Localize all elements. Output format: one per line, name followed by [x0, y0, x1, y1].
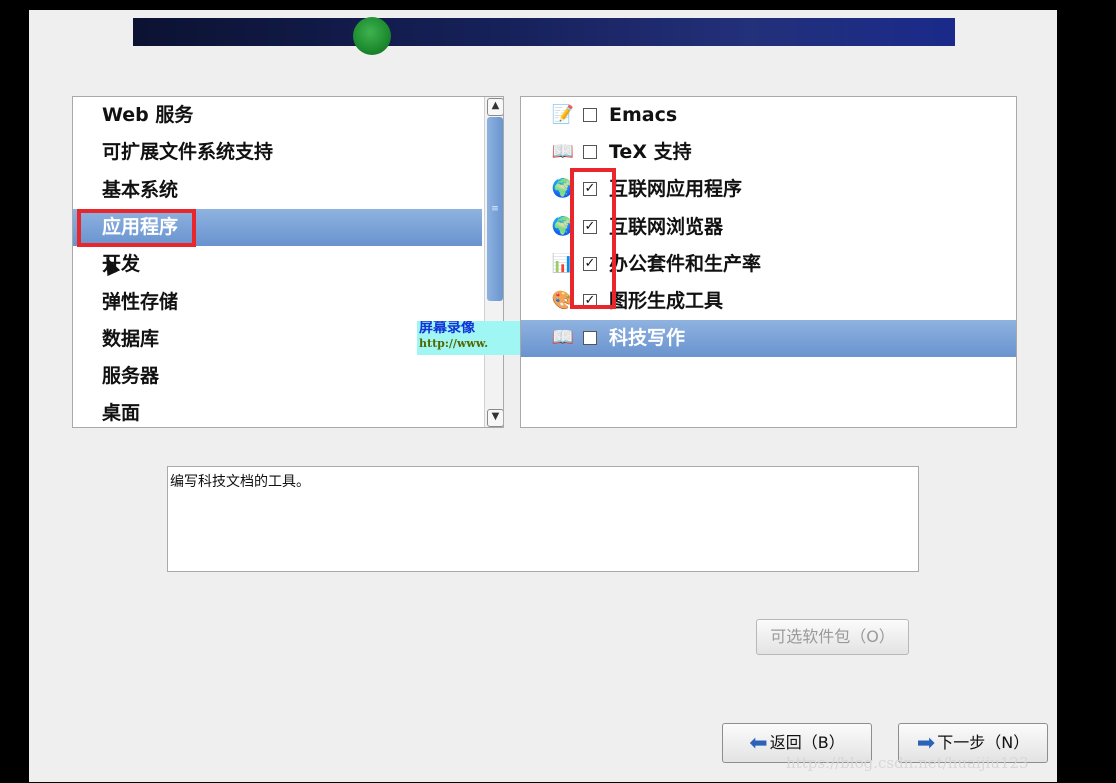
description-box: 编写科技文档的工具。: [167, 466, 919, 572]
package-label: 科技写作: [609, 327, 686, 350]
progress-dot-icon: [353, 17, 391, 55]
watermark-line2: http://www.: [419, 337, 489, 350]
editor-icon: 📝: [551, 104, 575, 125]
package-item[interactable]: 📖 TeX 支持: [521, 134, 1016, 171]
scroll-up-icon[interactable]: ▲: [487, 98, 503, 116]
scroll-down-icon[interactable]: ▼: [487, 409, 503, 427]
blog-watermark: https://blog.csdn.net/huaijiu123: [786, 754, 1029, 772]
highlight-box-group: [77, 209, 196, 247]
group-item[interactable]: 弹性存储: [73, 284, 482, 321]
group-list: Web 服务 可扩展文件系统支持 基本系统 应用程序 开发 弹性存储 数据库 服务器 桌面 ▲ …: [72, 96, 504, 428]
book-icon: 📖: [551, 141, 575, 163]
next-button-label: 下一步（N）: [937, 733, 1030, 752]
package-label: TeX 支持: [609, 141, 692, 164]
group-item[interactable]: 基本系统: [73, 172, 482, 209]
group-item[interactable]: Web 服务: [73, 97, 482, 134]
optional-packages-button[interactable]: 可选软件包（O）: [756, 619, 909, 655]
recorder-watermark: 屏幕录像 http://www.: [417, 321, 520, 355]
header-banner: [133, 17, 955, 55]
group-item[interactable]: 可扩展文件系统支持: [73, 134, 482, 171]
package-item[interactable]: 📝 Emacs: [521, 97, 1016, 134]
left-arrow-icon: ⬅: [749, 730, 768, 756]
group-item[interactable]: 开发: [73, 246, 482, 283]
right-arrow-icon: ➡: [916, 730, 936, 756]
watermark-line1: 屏幕录像: [419, 321, 475, 336]
package-label: Emacs: [609, 104, 678, 126]
package-label: 互联网应用程序: [609, 178, 743, 201]
highlight-box-checks: [570, 168, 616, 309]
package-checkbox[interactable]: [583, 108, 597, 122]
package-label: 互联网浏览器: [609, 215, 724, 238]
scroll-thumb[interactable]: ≡: [487, 117, 503, 301]
back-button-label: 返回（B）: [769, 733, 845, 752]
package-label: 图形生成工具: [609, 290, 724, 312]
group-list-scrollbar[interactable]: ▲ ≡ ▼: [484, 97, 503, 427]
group-item[interactable]: 桌面: [73, 395, 482, 427]
package-label: 办公套件和生产率: [609, 252, 762, 275]
package-checkbox[interactable]: [583, 331, 597, 346]
book-icon: 📖: [551, 327, 575, 349]
description-text: 编写科技文档的工具。: [170, 474, 310, 490]
package-item[interactable]: 📖 科技写作: [521, 320, 1016, 358]
group-item[interactable]: 服务器: [73, 358, 482, 395]
package-checkbox[interactable]: [583, 145, 597, 160]
